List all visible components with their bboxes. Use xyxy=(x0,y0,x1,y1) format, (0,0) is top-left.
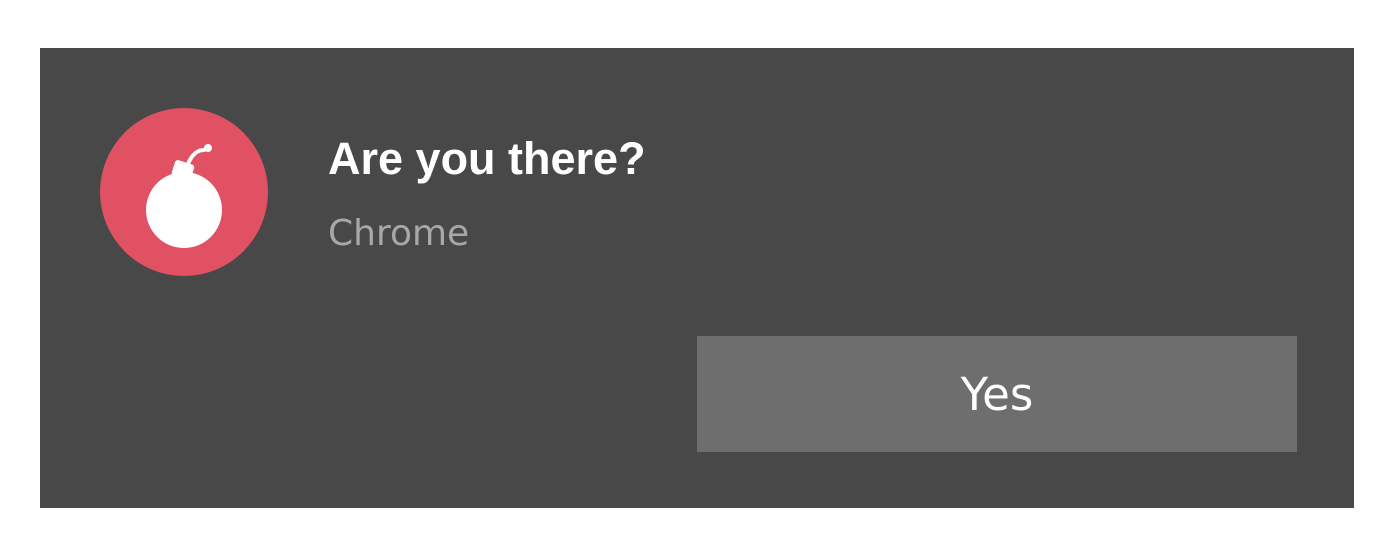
app-icon xyxy=(100,108,268,276)
toast-notification[interactable]: Are you there? Chrome Yes xyxy=(40,48,1354,508)
notification-source: Chrome xyxy=(328,213,470,254)
yes-button[interactable]: Yes xyxy=(697,336,1297,452)
notification-title: Are you there? xyxy=(328,133,646,184)
bomb-icon xyxy=(146,144,222,248)
